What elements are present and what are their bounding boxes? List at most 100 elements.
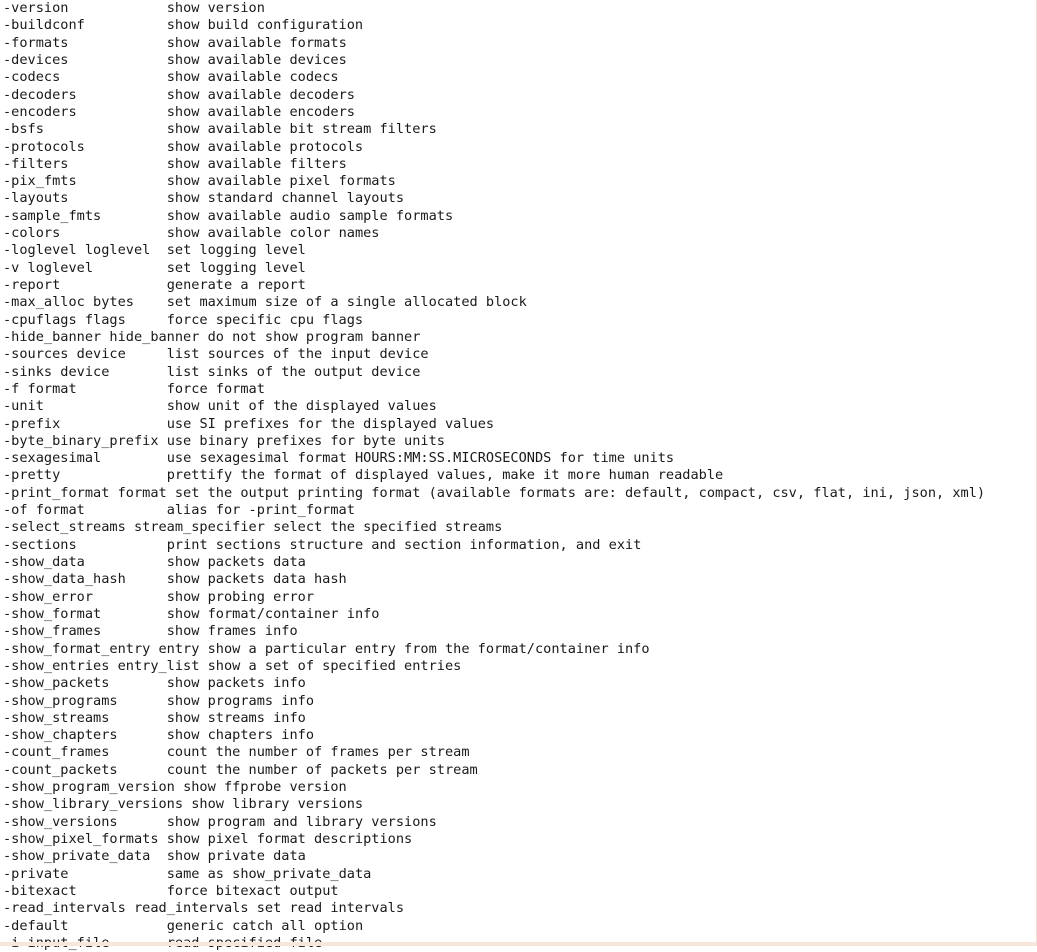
option-column-gap [93, 589, 167, 605]
option-name: -sample_fmts [3, 207, 102, 224]
option-column-gap [159, 433, 167, 449]
option-column-gap [109, 710, 166, 726]
option-description: show build configuration [166, 17, 364, 34]
option-column-gap [60, 416, 166, 432]
option-help-line: -show_program_version show ffprobe versi… [0, 779, 985, 796]
option-description: show version [166, 0, 265, 16]
option-help-line: -unit show unit of the displayed values [0, 398, 985, 415]
option-name: -print_format format [3, 484, 167, 501]
option-name: -show_pixel_formats [3, 831, 159, 847]
option-description: show available audio sample formats [166, 207, 454, 224]
option-help-line: -f format force format [0, 381, 985, 398]
option-help-line: -filters show available filters [0, 156, 985, 173]
option-name: -bsfs [3, 121, 44, 138]
option-name: -sexagesimal [3, 450, 102, 467]
option-help-line: -show_error show probing error [0, 589, 985, 606]
option-column-gap [109, 364, 166, 380]
option-name: -show_programs [3, 692, 118, 709]
option-column-gap [118, 814, 167, 830]
option-column-gap [68, 35, 166, 51]
option-column-gap [77, 883, 167, 899]
option-column-gap [118, 762, 167, 778]
option-name: -max_alloc bytes [3, 294, 134, 311]
option-help-line: -decoders show available decoders [0, 87, 985, 104]
option-help-line: -default generic catch all option [0, 918, 985, 935]
option-help-line: -print_format format set the output prin… [0, 485, 985, 502]
option-name: -pretty [3, 467, 61, 484]
option-description: show available filters [166, 155, 347, 172]
option-description: print sections structure and section inf… [166, 536, 642, 553]
option-name: -count_frames [3, 744, 110, 761]
option-help-line: -sections print sections structure and s… [0, 537, 985, 554]
option-description: show available codecs [166, 69, 339, 86]
option-description: show format/container info [166, 605, 380, 622]
option-description: show available pixel formats [166, 173, 396, 190]
option-column-gap [126, 571, 167, 587]
option-help-line: -show_private_data show private data [0, 848, 985, 865]
option-help-line: -byte_binary_prefix use binary prefixes … [0, 433, 985, 450]
option-column-gap [118, 693, 167, 709]
option-name: -version [3, 0, 69, 16]
option-description: force format [166, 380, 265, 397]
option-help-line: -show_chapters show chapters info [0, 727, 985, 744]
option-name: -show_program_version [3, 779, 175, 796]
option-help-line: -show_library_versions show library vers… [0, 796, 985, 813]
option-column-gap [249, 900, 257, 916]
option-name: -cpuflags flags [3, 311, 126, 328]
option-column-gap [68, 866, 166, 882]
option-column-gap [118, 727, 167, 743]
option-description: show private data [166, 848, 306, 865]
option-name: -show_data [3, 554, 85, 570]
option-column-gap [101, 606, 166, 622]
option-help-line: -v loglevel set logging level [0, 260, 985, 277]
option-help-line: -codecs show available codecs [0, 69, 985, 86]
option-column-gap [159, 831, 167, 847]
option-description: show available encoders [166, 103, 355, 120]
option-description: use binary prefixes for byte units [166, 432, 445, 449]
option-help-line: -show_format_entry entry show a particul… [0, 641, 985, 658]
option-column-gap [77, 381, 167, 397]
option-help-line: -encoders show available encoders [0, 104, 985, 121]
option-name: -show_format [3, 605, 102, 622]
option-column-gap [68, 190, 166, 206]
option-description: show probing error [166, 588, 315, 605]
option-help-line: -formats show available formats [0, 35, 985, 52]
option-description: show frames info [166, 623, 298, 640]
option-help-line: -protocols show available protocols [0, 139, 985, 156]
option-description: list sinks of the output device [166, 363, 421, 380]
option-column-gap [109, 744, 166, 760]
option-name: -show_frames [3, 623, 102, 640]
option-column-gap [134, 294, 167, 310]
option-description: show available color names [166, 225, 380, 242]
option-name: -pix_fmts [3, 173, 77, 190]
option-name: -show_chapters [3, 727, 118, 744]
option-help-line: -count_packets count the number of packe… [0, 762, 985, 779]
option-name: -select_streams stream_specifier [3, 519, 265, 536]
option-name: -show_private_data [3, 848, 151, 865]
option-help-line: -select_streams stream_specifier select … [0, 519, 985, 536]
option-column-gap [68, 0, 166, 16]
option-help-line: -hide_banner hide_banner do not show pro… [0, 329, 985, 346]
option-help-line: -sexagesimal use sexagesimal format HOUR… [0, 450, 985, 467]
option-column-gap [85, 502, 167, 518]
option-name: -buildconf [3, 17, 85, 34]
option-name: -show_versions [3, 813, 118, 830]
option-help-line: -pretty prettify the format of displayed… [0, 467, 985, 484]
option-help-line: -max_alloc bytes set maximum size of a s… [0, 294, 985, 311]
option-help-line: -colors show available color names [0, 225, 985, 242]
option-help-line: -sources device list sources of the inpu… [0, 346, 985, 363]
option-name: -v loglevel [3, 259, 94, 276]
option-help-line: -sample_fmts show available audio sample… [0, 208, 985, 225]
option-column-gap [93, 260, 167, 276]
option-column-gap [68, 52, 166, 68]
option-help-line: -prefix use SI prefixes for the displaye… [0, 416, 985, 433]
option-description: show available formats [166, 34, 347, 51]
option-column-gap [126, 312, 167, 328]
option-column-gap [199, 329, 207, 345]
option-name: -show_error [3, 588, 94, 605]
option-name: -decoders [3, 86, 77, 103]
option-name: -sinks device [3, 363, 110, 380]
option-help-line: -cpuflags flags force specific cpu flags [0, 312, 985, 329]
option-help-line: -count_frames count the number of frames… [0, 744, 985, 761]
option-help-line: -show_packets show packets info [0, 675, 985, 692]
